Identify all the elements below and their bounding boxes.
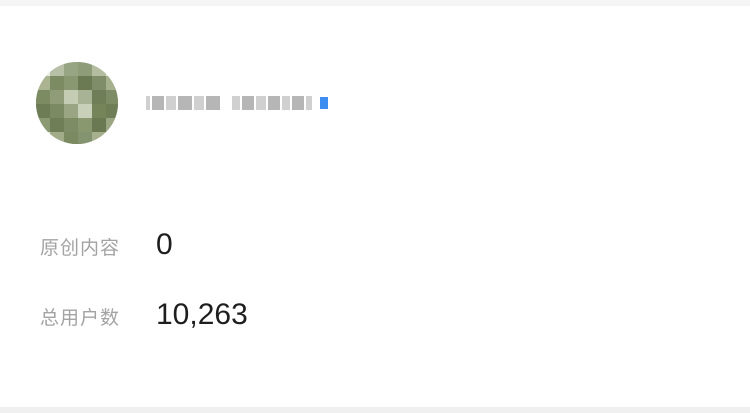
profile-name[interactable] (146, 93, 328, 113)
stat-value: 10,263 (156, 298, 248, 331)
profile-header (36, 62, 328, 144)
profile-card: 原创内容 0 总用户数 10,263 (0, 6, 750, 407)
bottom-divider (0, 407, 750, 413)
stat-total-users: 总用户数 10,263 (40, 298, 248, 332)
stat-label: 总用户数 (40, 307, 121, 329)
avatar[interactable] (36, 62, 118, 144)
stats-panel: 原创内容 0 总用户数 10,263 (40, 228, 248, 368)
stat-label: 原创内容 (40, 237, 121, 259)
obscured-name (146, 95, 312, 111)
stat-value: 0 (156, 228, 173, 261)
verified-badge-icon (320, 97, 328, 109)
stat-original-content: 原创内容 0 (40, 228, 248, 262)
